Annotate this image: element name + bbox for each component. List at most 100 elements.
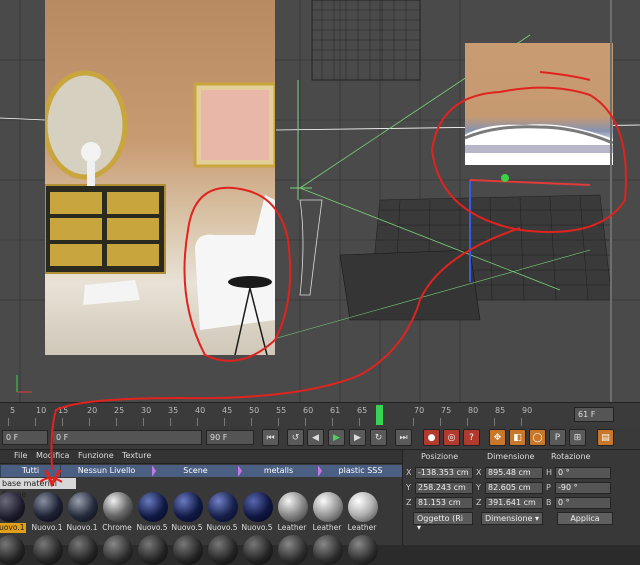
material-menu-bar: File Modifica Funzione Texture [0,450,402,464]
apply-button[interactable]: Applica [557,512,613,525]
size-z-field[interactable]: 391.641 cm [485,497,543,509]
play-button-icon[interactable]: ▶ [328,429,345,446]
layer-color-marker [238,465,242,477]
material-label: Leather [347,523,377,532]
timeline-playhead[interactable] [376,405,383,425]
next-key-icon[interactable]: ↻ [370,429,387,446]
material-swatch[interactable]: Leather [345,490,379,565]
material-preview-ball [68,492,98,522]
material-preview-ball [173,492,203,522]
layer-bar: Tutti Nessun Livello Scene metalls plast… [0,465,402,477]
previous-key-icon[interactable]: ↺ [287,429,304,446]
layer-tab-nessun-livello[interactable]: Nessun Livello [60,465,152,477]
layer-tab-metalls[interactable]: metalls [238,465,318,477]
tick-label: 30 [141,406,152,415]
material-preview-ball [348,535,378,565]
layer-tab-tutti[interactable]: Tutti [0,465,60,477]
record-icon[interactable]: ● [423,429,440,446]
tick-label: 85 [495,406,506,415]
preview-range-slider[interactable]: 0 F [52,430,202,445]
tick-label: 10 [36,406,47,415]
tick-label: 40 [195,406,206,415]
material-swatch[interactable]: Leather [275,490,309,565]
point-level-icon[interactable]: ⊞ [569,429,586,446]
position-x-field[interactable]: -138.353 cm [415,467,473,479]
tick-label: 75 [441,406,452,415]
size-mode-dropdown[interactable]: Dimensione ▾ [481,512,543,525]
material-label: Leather [277,523,307,532]
material-preview-ball [103,535,133,565]
end-frame-field[interactable]: 90 F [206,430,254,445]
tick-label: 5 [10,406,16,415]
position-z-field[interactable]: 81.153 cm [415,497,473,509]
material-swatch[interactable]: Chrome [100,490,134,565]
menu-texture[interactable]: Texture [122,451,151,460]
position-y-field[interactable]: 258.243 cm [415,482,473,494]
object-mode-dropdown[interactable]: Oggetto (Ri ▾ [413,512,473,532]
material-label: Nuovo.1 [31,523,63,532]
menu-file[interactable]: File [14,451,27,460]
scale-tool-icon[interactable]: ◧ [509,429,526,446]
material-swatch[interactable]: Nuovo.5 [240,490,274,565]
tick-label: 15 [58,406,69,415]
transport-bar: 0 F 0 F 90 F ⏮ ↺ ◀ ▶ ▶ ↻ ⏭ ● ◎ ? ✥ ◧ ◯ P… [0,426,640,450]
material-preview-ball [138,535,168,565]
material-swatch[interactable]: Leather [310,490,344,565]
previous-frame-icon[interactable]: ◀ [307,429,324,446]
material-label: Nuovo.1 [66,523,98,532]
next-frame-icon[interactable]: ▶ [349,429,366,446]
autokey-icon[interactable]: ◎ [443,429,460,446]
material-preview-ball [138,492,168,522]
tab-base-material-scene[interactable]: base material Scene [0,478,76,499]
tick-label: 65 [357,406,368,415]
tick-label: 35 [168,406,179,415]
material-preview-ball [103,492,133,522]
object-mode-label: Oggetto (Ri [417,514,463,523]
material-swatch[interactable]: Nuovo.1 [65,490,99,565]
film-icon[interactable]: ▤ [597,429,614,446]
current-frame-field[interactable]: 61 F [574,407,614,422]
menu-modifica[interactable]: Modifica [36,451,69,460]
preview-start-label: 0 F [56,433,69,442]
tick-label: 45 [222,406,233,415]
timeline-ruler[interactable]: 5 10 15 20 25 30 35 40 45 50 55 60 61 65… [0,402,640,426]
parameter-icon[interactable]: P [549,429,566,446]
material-swatch[interactable]: Nuovo.1 [0,490,26,565]
size-y-field[interactable]: 82.605 cm [485,482,543,494]
size-axis-label-x: X [476,468,482,477]
material-swatch[interactable]: Nuovo.5 [170,490,204,565]
material-swatch[interactable]: Nuovo.1 [30,490,64,565]
rotate-tool-icon[interactable]: ◯ [529,429,546,446]
material-label: Nuovo.1 [0,523,26,533]
material-preview-ball [33,492,63,522]
rotation-h-field[interactable]: 0 ° [555,467,611,479]
material-preview-ball [208,492,238,522]
layer-tab-plastic-sss[interactable]: plastic SSS [318,465,402,477]
rotation-p-field[interactable]: -90 ° [555,482,611,494]
material-preview-ball [0,492,25,522]
keyframe-selection-icon[interactable]: ? [463,429,480,446]
start-frame-field[interactable]: 0 F [2,430,48,445]
tick-label: 61 [330,406,341,415]
axis-label-y: Y [406,483,411,492]
menu-funzione[interactable]: Funzione [78,451,114,460]
material-swatch[interactable]: Nuovo.5 [135,490,169,565]
rotation-b-field[interactable]: 0 ° [555,497,611,509]
go-to-start-icon[interactable]: ⏮ [262,429,279,446]
tick-label: 90 [522,406,533,415]
size-x-field[interactable]: 895.48 cm [485,467,543,479]
material-preview-ball [33,535,63,565]
size-axis-label-y: Y [476,483,481,492]
rot-axis-label-p: P [546,483,551,492]
move-tool-icon[interactable]: ✥ [489,429,506,446]
tick-label: 50 [249,406,260,415]
material-swatch[interactable]: Nuovo.5 [205,490,239,565]
go-to-end-icon[interactable]: ⏭ [395,429,412,446]
tick-label: 55 [276,406,287,415]
header-dimensione: Dimensione [487,452,535,461]
layer-tab-scene[interactable]: Scene [152,465,238,477]
3d-viewport[interactable] [0,0,640,402]
rot-axis-label-b: B [546,498,552,507]
material-preview-ball [243,535,273,565]
size-axis-label-z: Z [476,498,482,507]
